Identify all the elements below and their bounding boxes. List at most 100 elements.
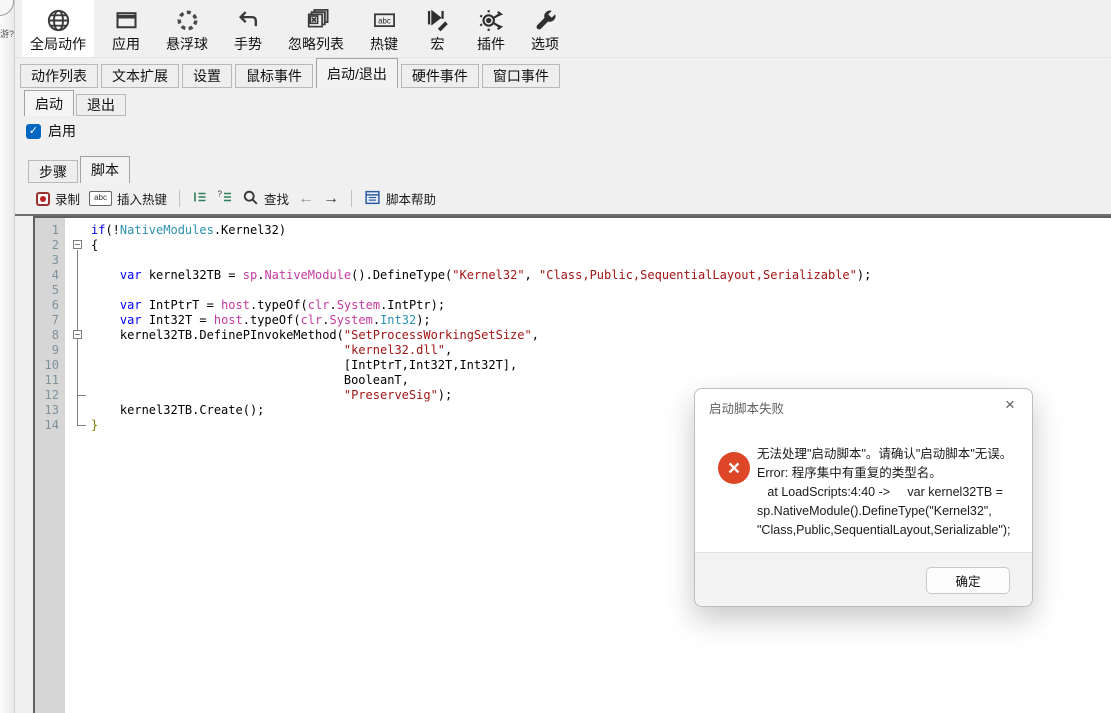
- top-toolbar-item-label: 宏: [431, 36, 445, 53]
- script-toolbar: 录制 abc 插入热键 ? 查找 ← → 脚本帮助: [14, 183, 1111, 216]
- main-tab-4[interactable]: 启动/退出: [316, 58, 398, 88]
- line-number: 2: [35, 238, 59, 253]
- code-token: "Class,Public,SequentialLayout,Serializa…: [539, 268, 857, 282]
- code-token: [91, 268, 120, 282]
- plugin-icon: [478, 5, 505, 36]
- code-line: kernel32TB.DefinePInvokeMethod("SetProce…: [91, 328, 1111, 343]
- app-window-icon: [113, 5, 140, 36]
- macro-icon: [424, 5, 451, 36]
- code-token: host: [221, 298, 250, 312]
- format-lines-alt-button[interactable]: ?: [217, 189, 233, 208]
- code-line: var Int32T = host.typeOf(clr.System.Int3…: [91, 313, 1111, 328]
- find-button[interactable]: 查找: [242, 189, 289, 209]
- top-toolbar-item-options-wrench[interactable]: 选项: [523, 0, 567, 57]
- line-number: 10: [35, 358, 59, 373]
- navigate-forward-button[interactable]: →: [323, 190, 339, 208]
- ok-button[interactable]: 确定: [926, 567, 1010, 594]
- fold-corner: [77, 425, 86, 426]
- search-icon: [242, 189, 259, 209]
- line-number: 6: [35, 298, 59, 313]
- code-token: .typeOf(: [243, 313, 301, 327]
- top-toolbar-item-gesture-arrow[interactable]: 手势: [226, 0, 270, 57]
- top-toolbar-item-floating-ball[interactable]: 悬浮球: [158, 0, 216, 57]
- code-token: .IntPtr);: [380, 298, 445, 312]
- code-token: [IntPtrT,Int32T,Int32T],: [91, 358, 517, 372]
- top-toolbar-item-app-window[interactable]: 应用: [104, 0, 148, 57]
- code-token: ,: [445, 343, 452, 357]
- steps-script-tab-bar: 步骤脚本: [28, 156, 130, 183]
- top-icon-toolbar: 全局动作应用悬浮球 手势 忽略列表 abc 热键 宏 插件选项: [14, 0, 1111, 58]
- error-x-icon: ×: [718, 452, 750, 484]
- code-line: [IntPtrT,Int32T,Int32T],: [91, 358, 1111, 373]
- sub-tab-0[interactable]: 启动: [24, 90, 74, 116]
- floating-ball-icon: [174, 5, 201, 36]
- editor-tab-0[interactable]: 步骤: [28, 160, 78, 183]
- main-tab-3[interactable]: 鼠标事件: [235, 64, 313, 88]
- main-tab-6[interactable]: 窗口事件: [482, 64, 560, 88]
- toolbar-separator: [179, 190, 180, 207]
- main-tab-5[interactable]: 硬件事件: [401, 64, 479, 88]
- enable-checkbox[interactable]: ✓: [26, 124, 41, 139]
- code-token: kernel32TB.DefinePInvokeMethod(: [91, 328, 344, 342]
- top-toolbar-item-hotkey-abc[interactable]: abc 热键: [362, 0, 406, 57]
- insert-hotkey-button[interactable]: abc 插入热键: [89, 189, 167, 208]
- top-toolbar-item-ignore-list[interactable]: 忽略列表: [280, 0, 352, 57]
- main-tab-0[interactable]: 动作列表: [20, 64, 98, 88]
- navigate-back-button[interactable]: ←: [298, 190, 314, 208]
- format-lines-alt-icon: ?: [217, 189, 233, 208]
- format-lines-button[interactable]: [192, 189, 208, 208]
- code-token: );: [416, 313, 430, 327]
- top-toolbar-item-label: 选项: [531, 36, 559, 53]
- code-token: .Kernel32): [214, 223, 286, 237]
- fold-end-tick: [77, 395, 86, 396]
- code-token: Int32: [380, 313, 416, 327]
- code-token: );: [438, 388, 452, 402]
- editor-tab-1[interactable]: 脚本: [80, 156, 130, 183]
- hotkey-abc-icon: abc: [371, 5, 398, 36]
- main-tab-2[interactable]: 设置: [182, 64, 232, 88]
- top-toolbar-item-label: 手势: [234, 36, 262, 53]
- top-toolbar-item-label: 热键: [370, 36, 398, 53]
- line-number: 3: [35, 253, 59, 268]
- close-icon[interactable]: ×: [998, 393, 1022, 417]
- code-token: "Kernel32": [452, 268, 524, 282]
- code-token: .: [373, 313, 380, 327]
- dialog-footer: 确定: [695, 552, 1032, 606]
- sub-tab-1[interactable]: 退出: [76, 94, 126, 116]
- code-token: }: [91, 418, 98, 432]
- dialog-message-line: "Class,Public,SequentialLayout,Serializa…: [757, 521, 1025, 540]
- gesture-arrow-icon: [235, 5, 262, 36]
- script-help-button[interactable]: 脚本帮助: [364, 189, 436, 209]
- line-number: 12: [35, 388, 59, 403]
- top-toolbar-item-label: 悬浮球: [166, 36, 208, 53]
- top-toolbar-item-globe[interactable]: 全局动作: [22, 0, 94, 57]
- record-button[interactable]: 录制: [36, 189, 80, 208]
- code-token: (!: [105, 223, 119, 237]
- error-dialog: 启动脚本失败 × × 无法处理"启动脚本"。请确认"启动脚本"无误。Error:…: [694, 388, 1033, 607]
- line-number: 9: [35, 343, 59, 358]
- fold-collapse-box[interactable]: [73, 240, 82, 249]
- enable-checkbox-row: ✓ 启用: [26, 121, 76, 141]
- line-number-gutter: 1234567891011121314: [35, 218, 65, 713]
- line-number: 14: [35, 418, 59, 433]
- code-token: ,: [532, 328, 539, 342]
- dialog-message: 无法处理"启动脚本"。请确认"启动脚本"无误。Error: 程序集中有重复的类型…: [757, 445, 1025, 540]
- script-help-icon: [364, 189, 381, 209]
- code-line: var IntPtrT = host.typeOf(clr.System.Int…: [91, 298, 1111, 313]
- code-token: [91, 343, 344, 357]
- top-toolbar-item-plugin[interactable]: 插件: [469, 0, 513, 57]
- code-line: if(!NativeModules.Kernel32): [91, 223, 1111, 238]
- line-number: 4: [35, 268, 59, 283]
- code-token: BooleanT,: [91, 373, 409, 387]
- line-number: 5: [35, 283, 59, 298]
- fold-collapse-box[interactable]: [73, 330, 82, 339]
- ignore-list-icon: [302, 5, 331, 36]
- top-toolbar-item-macro[interactable]: 宏: [416, 0, 459, 57]
- code-fold-margin[interactable]: [65, 218, 91, 713]
- toolbar-separator: [351, 190, 352, 207]
- main-tab-1[interactable]: 文本扩展: [101, 64, 179, 88]
- format-lines-icon: [192, 189, 208, 208]
- code-line: [91, 283, 1111, 298]
- background-window-edge: 游?: [0, 0, 15, 713]
- svg-text:abc: abc: [378, 16, 391, 25]
